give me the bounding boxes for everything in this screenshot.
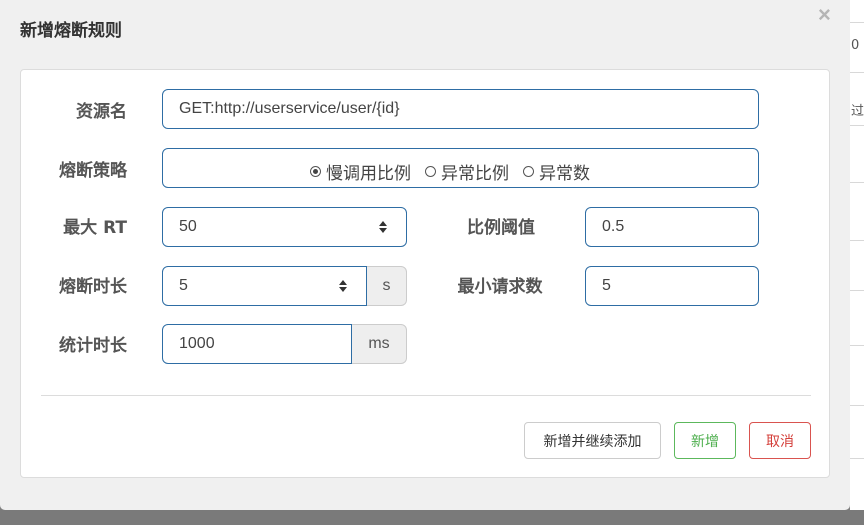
stat-duration-value: 1000 — [179, 335, 215, 352]
background-divider — [850, 405, 864, 406]
background-text: 过 — [851, 104, 864, 119]
footer-divider — [41, 395, 811, 396]
strategy-option-error-ratio[interactable]: 异常比例 — [425, 159, 509, 184]
max-rt-label: 最大 RT — [63, 218, 127, 238]
background-page — [850, 0, 864, 525]
modal-backdrop — [0, 510, 864, 525]
min-request-input[interactable]: 5 — [585, 266, 759, 306]
number-spinner-icon[interactable] — [338, 278, 348, 294]
strategy-option-error-count[interactable]: 异常数 — [523, 159, 590, 184]
break-duration-label: 熔断时长 — [59, 277, 127, 297]
background-text: 0 — [851, 38, 860, 53]
add-button[interactable]: 新增 — [674, 422, 736, 459]
background-divider — [850, 125, 864, 126]
add-circuit-breaker-dialog: 新增熔断规则 × 资源名 GET:http://userservice/user… — [0, 0, 850, 510]
ratio-threshold-value: 0.5 — [602, 218, 625, 235]
stat-duration-input[interactable]: 1000 — [162, 324, 352, 364]
min-request-value: 5 — [602, 277, 611, 294]
close-icon[interactable]: × — [818, 2, 831, 28]
strategy-option-slow-ratio[interactable]: 慢调用比例 — [310, 159, 411, 184]
strategy-option-label: 异常数 — [539, 164, 590, 184]
ratio-threshold-input[interactable]: 0.5 — [585, 207, 759, 247]
max-rt-value: 50 — [179, 218, 197, 235]
resource-name-input[interactable]: GET:http://userservice/user/{id} — [162, 89, 759, 129]
radio-unchecked-icon[interactable] — [523, 166, 534, 177]
cancel-button[interactable]: 取消 — [749, 422, 811, 459]
radio-checked-icon[interactable] — [310, 166, 321, 177]
add-and-continue-button[interactable]: 新增并继续添加 — [524, 422, 661, 459]
dialog-title: 新增熔断规则 — [20, 21, 122, 41]
max-rt-input[interactable]: 50 — [162, 207, 407, 247]
min-request-label: 最小请求数 — [457, 277, 543, 297]
number-spinner-icon[interactable] — [378, 219, 388, 235]
form-panel: 资源名 GET:http://userservice/user/{id} 熔断策… — [20, 69, 830, 478]
radio-unchecked-icon[interactable] — [425, 166, 436, 177]
background-divider — [850, 22, 864, 23]
stat-duration-label: 统计时长 — [59, 336, 127, 356]
stat-duration-unit: ms — [352, 324, 407, 364]
background-divider — [850, 290, 864, 291]
ratio-threshold-label: 比例阈值 — [467, 218, 535, 238]
break-duration-unit: s — [367, 266, 407, 306]
resource-name-value: GET:http://userservice/user/{id} — [179, 100, 400, 117]
background-divider — [850, 240, 864, 241]
resource-name-label: 资源名 — [76, 102, 127, 122]
background-divider — [850, 182, 864, 183]
strategy-label: 熔断策略 — [59, 161, 127, 181]
background-divider — [850, 72, 864, 73]
background-divider — [850, 458, 864, 459]
background-divider — [850, 345, 864, 346]
break-duration-input[interactable]: 5 — [162, 266, 367, 306]
strategy-radio-group: 慢调用比例 异常比例 异常数 — [310, 159, 590, 184]
strategy-option-label: 异常比例 — [441, 164, 509, 184]
break-duration-value: 5 — [179, 277, 188, 294]
strategy-option-label: 慢调用比例 — [326, 164, 411, 184]
